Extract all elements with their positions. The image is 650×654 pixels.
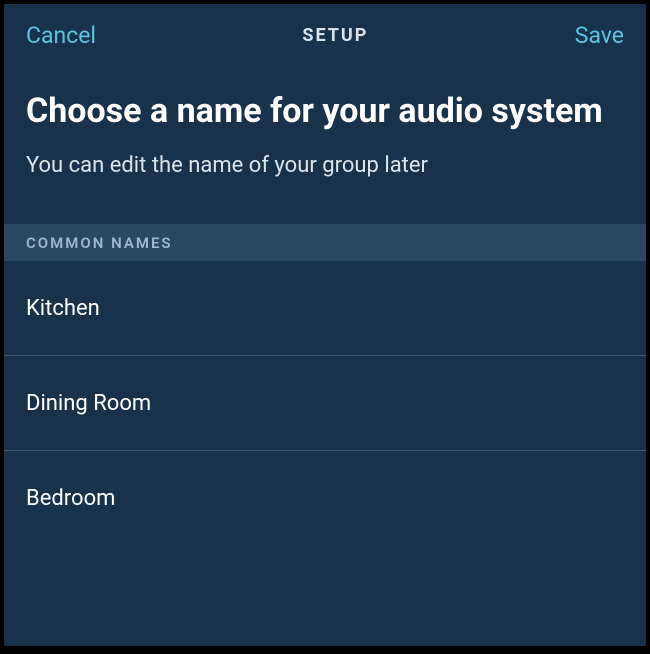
list-item[interactable]: Bedroom <box>4 451 646 545</box>
heading: Choose a name for your audio system <box>26 91 624 132</box>
cancel-button[interactable]: Cancel <box>26 22 96 49</box>
subheading: You can edit the name of your group late… <box>26 152 624 181</box>
list-item[interactable]: Kitchen <box>4 261 646 356</box>
section-header-common-names: COMMON NAMES <box>4 224 646 261</box>
common-names-list: Kitchen Dining Room Bedroom <box>4 261 646 545</box>
content-area: Choose a name for your audio system You … <box>4 63 646 180</box>
page-title: SETUP <box>302 25 368 46</box>
list-item[interactable]: Dining Room <box>4 356 646 451</box>
header-bar: Cancel SETUP Save <box>4 4 646 63</box>
save-button[interactable]: Save <box>575 22 624 49</box>
app-frame: Cancel SETUP Save Choose a name for your… <box>4 4 646 646</box>
